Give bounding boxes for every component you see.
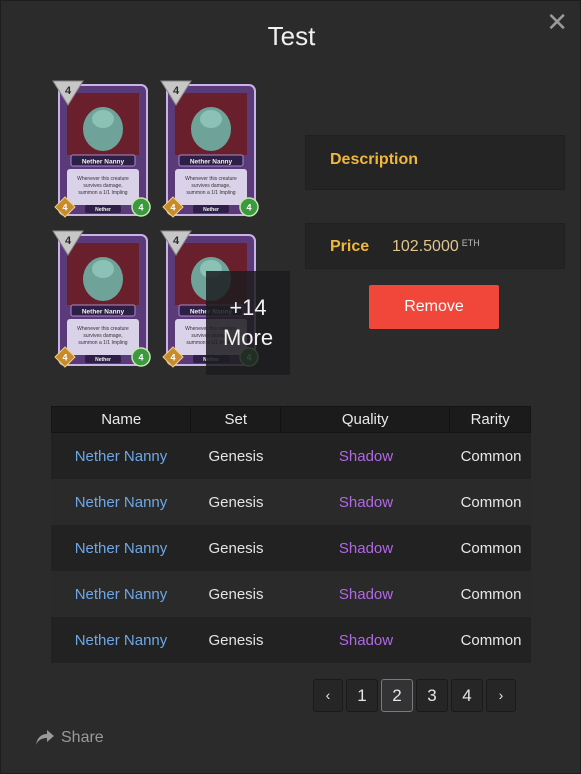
cell-set: Genesis: [208, 585, 264, 603]
card-cost: 4: [173, 85, 180, 97]
cell-quality: Shadow: [338, 447, 394, 465]
cell-quality: Shadow: [338, 493, 394, 511]
cell-name[interactable]: Nether Nanny: [51, 448, 191, 465]
card-art: Nether Nanny Whenever this creaturesurviv…: [52, 230, 151, 368]
card-cost: 4: [173, 235, 180, 247]
cell-set: Genesis: [208, 539, 264, 557]
share-button[interactable]: Share: [35, 729, 104, 747]
price-unit: ETH: [461, 238, 480, 248]
page-button-2[interactable]: 2: [381, 679, 413, 712]
card-text-line: summon a 1/1 Impling: [78, 340, 127, 346]
cell-set: Genesis: [208, 631, 264, 649]
cell-rarity: Common: [460, 631, 522, 649]
card-health: 4: [138, 203, 143, 213]
card-attack: 4: [170, 353, 175, 363]
card-god: Nether: [95, 207, 111, 213]
table-row[interactable]: Nether Nanny Genesis Shadow Common: [51, 433, 531, 479]
card-text-line: summon a 1/1 Impling: [186, 190, 235, 196]
remove-button[interactable]: Remove: [369, 285, 499, 329]
cell-rarity: Common: [460, 493, 522, 511]
cell-rarity: Common: [460, 539, 522, 557]
card-cost: 4: [65, 85, 72, 97]
cell-rarity: Common: [460, 585, 522, 603]
column-header-rarity[interactable]: Rarity: [450, 407, 530, 432]
table-row[interactable]: Nether Nanny Genesis Shadow Common: [51, 617, 531, 663]
more-count: +14: [229, 295, 267, 320]
description-panel: Description: [305, 135, 565, 190]
page-button-1[interactable]: 1: [346, 679, 378, 712]
pagination: ‹ 1 2 3 4 ›: [313, 679, 519, 712]
column-header-quality[interactable]: Quality: [281, 407, 451, 432]
cell-name[interactable]: Nether Nanny: [51, 540, 191, 557]
card-text-line: survives damage,: [83, 333, 122, 339]
table-header: Name Set Quality Rarity: [51, 406, 531, 433]
creature-head: [92, 110, 114, 128]
card-text-line: Whenever this creature: [77, 326, 129, 332]
card-attack: 4: [62, 353, 67, 363]
card-art: Nether Nanny Whenever this creaturesurviv…: [160, 80, 259, 218]
card-text-line: Whenever this creature: [185, 176, 237, 182]
card-text-line: survives damage,: [83, 183, 122, 189]
card-art: Nether Nanny Whenever this creaturesurviv…: [52, 80, 151, 218]
modal-title: Test: [267, 21, 316, 51]
card-god: Nether: [203, 207, 219, 213]
cell-name[interactable]: Nether Nanny: [51, 632, 191, 649]
card-name: Nether Nanny: [82, 159, 125, 166]
cell-name[interactable]: Nether Nanny: [51, 586, 191, 603]
cell-name[interactable]: Nether Nanny: [51, 494, 191, 511]
prev-page-button[interactable]: ‹: [313, 679, 343, 712]
price-panel: Price 102.5000 ETH: [305, 223, 565, 269]
column-header-name[interactable]: Name: [52, 407, 192, 432]
cell-quality: Shadow: [338, 631, 394, 649]
card-god: Nether: [95, 357, 111, 363]
price-value: 102.5000 ETH: [392, 238, 480, 256]
card-health: 4: [138, 353, 143, 363]
table-row[interactable]: Nether Nanny Genesis Shadow Common: [51, 525, 531, 571]
card-image[interactable]: Nether Nanny Whenever this creaturesurviv…: [159, 79, 259, 224]
share-icon: [36, 730, 54, 745]
cell-set: Genesis: [208, 447, 264, 465]
card-health: 4: [246, 203, 251, 213]
price-label: Price: [330, 238, 370, 255]
creature-head: [200, 110, 222, 128]
card-image[interactable]: Nether Nanny Whenever this creaturesurviv…: [51, 229, 151, 374]
card-cost: 4: [65, 235, 72, 247]
page-button-4[interactable]: 4: [451, 679, 483, 712]
cell-set: Genesis: [208, 493, 264, 511]
card-text-line: summon a 1/1 Impling: [78, 190, 127, 196]
card-name: Nether Nanny: [82, 309, 125, 316]
share-label: Share: [61, 729, 104, 746]
card-attack: 4: [170, 203, 175, 213]
column-header-set[interactable]: Set: [191, 407, 282, 432]
card-attack: 4: [62, 203, 67, 213]
page-button-3[interactable]: 3: [416, 679, 448, 712]
description-label: Description: [330, 151, 419, 168]
card-image[interactable]: Nether Nanny Whenever this creaturesurviv…: [51, 79, 151, 224]
next-page-button[interactable]: ›: [486, 679, 516, 712]
more-cards-overlay[interactable]: +14 More: [206, 271, 290, 375]
creature-head: [92, 260, 114, 278]
cell-quality: Shadow: [338, 539, 394, 557]
card-name: Nether Nanny: [190, 159, 233, 166]
table-body: Nether Nanny Genesis Shadow Common Nether Na…: [51, 433, 531, 663]
table-row[interactable]: Nether Nanny Genesis Shadow Common: [51, 479, 531, 525]
table-row[interactable]: Nether Nanny Genesis Shadow Common: [51, 571, 531, 617]
listing-modal: ✕ Test Nether Nanny Whenever this creatur…: [0, 0, 581, 774]
card-text-line: Whenever this creature: [77, 176, 129, 182]
more-label: More: [222, 325, 274, 350]
cell-quality: Shadow: [338, 585, 394, 603]
cell-rarity: Common: [460, 447, 522, 465]
cards-table: Name Set Quality Rarity Nether Nanny Gene…: [51, 406, 531, 663]
card-text-line: survives damage,: [191, 183, 230, 189]
price-amount: 102.5000: [392, 238, 459, 255]
